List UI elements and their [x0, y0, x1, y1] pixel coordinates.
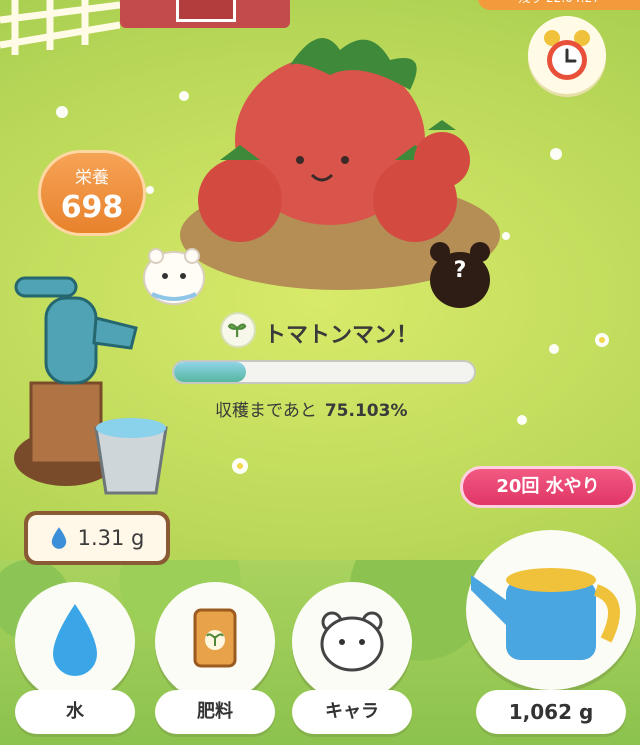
hamster-icon: [320, 611, 384, 672]
character-button-label[interactable]: キャラ: [292, 690, 412, 734]
plant-name: トマトンマン！: [264, 323, 419, 348]
harvest-progress-fill: [174, 362, 246, 382]
alarm-button[interactable]: [528, 16, 606, 94]
water-button-label[interactable]: 水: [15, 690, 135, 734]
fertilizer-button[interactable]: [155, 582, 275, 702]
water-amount-inner: 1.31 g: [28, 515, 166, 561]
fertilizer-bag-icon: [193, 608, 237, 668]
harvest-label: 収穫まであと: [215, 401, 317, 421]
water-20-times-button[interactable]: 20回 水やり: [460, 466, 636, 508]
tomato-character[interactable]: [180, 20, 480, 250]
mystery-mark: ?: [453, 258, 467, 283]
plant-title: トマトンマン！: [220, 312, 436, 352]
alarm-clock-icon: [544, 30, 590, 80]
fertilizer-button-label[interactable]: 肥料: [155, 690, 275, 734]
nutrition-label: 栄養: [75, 168, 109, 188]
water-button[interactable]: [15, 582, 135, 702]
harvest-progress-bar: [172, 360, 476, 384]
water-drop-icon: [53, 604, 97, 676]
mystery-character[interactable]: ?: [428, 240, 492, 310]
nutrition-badge: 栄養 698: [38, 150, 146, 236]
character-button[interactable]: [292, 582, 412, 702]
sprout-icon: [220, 312, 256, 348]
harvest-status: 収穫まであと 75.103%: [215, 396, 475, 421]
harvest-percent: 75.103%: [324, 401, 408, 421]
water-amount-box: 1.31 g: [24, 511, 170, 565]
water-drop-icon: [51, 527, 66, 549]
nutrition-value: 698: [60, 190, 124, 225]
watering-can-icon: [471, 568, 620, 660]
watering-can-amount: 1,062 g: [476, 690, 626, 734]
water-amount-value: 1.31 g: [77, 526, 145, 550]
water-pump[interactable]: [6, 258, 176, 508]
watering-can-button[interactable]: [466, 530, 636, 690]
